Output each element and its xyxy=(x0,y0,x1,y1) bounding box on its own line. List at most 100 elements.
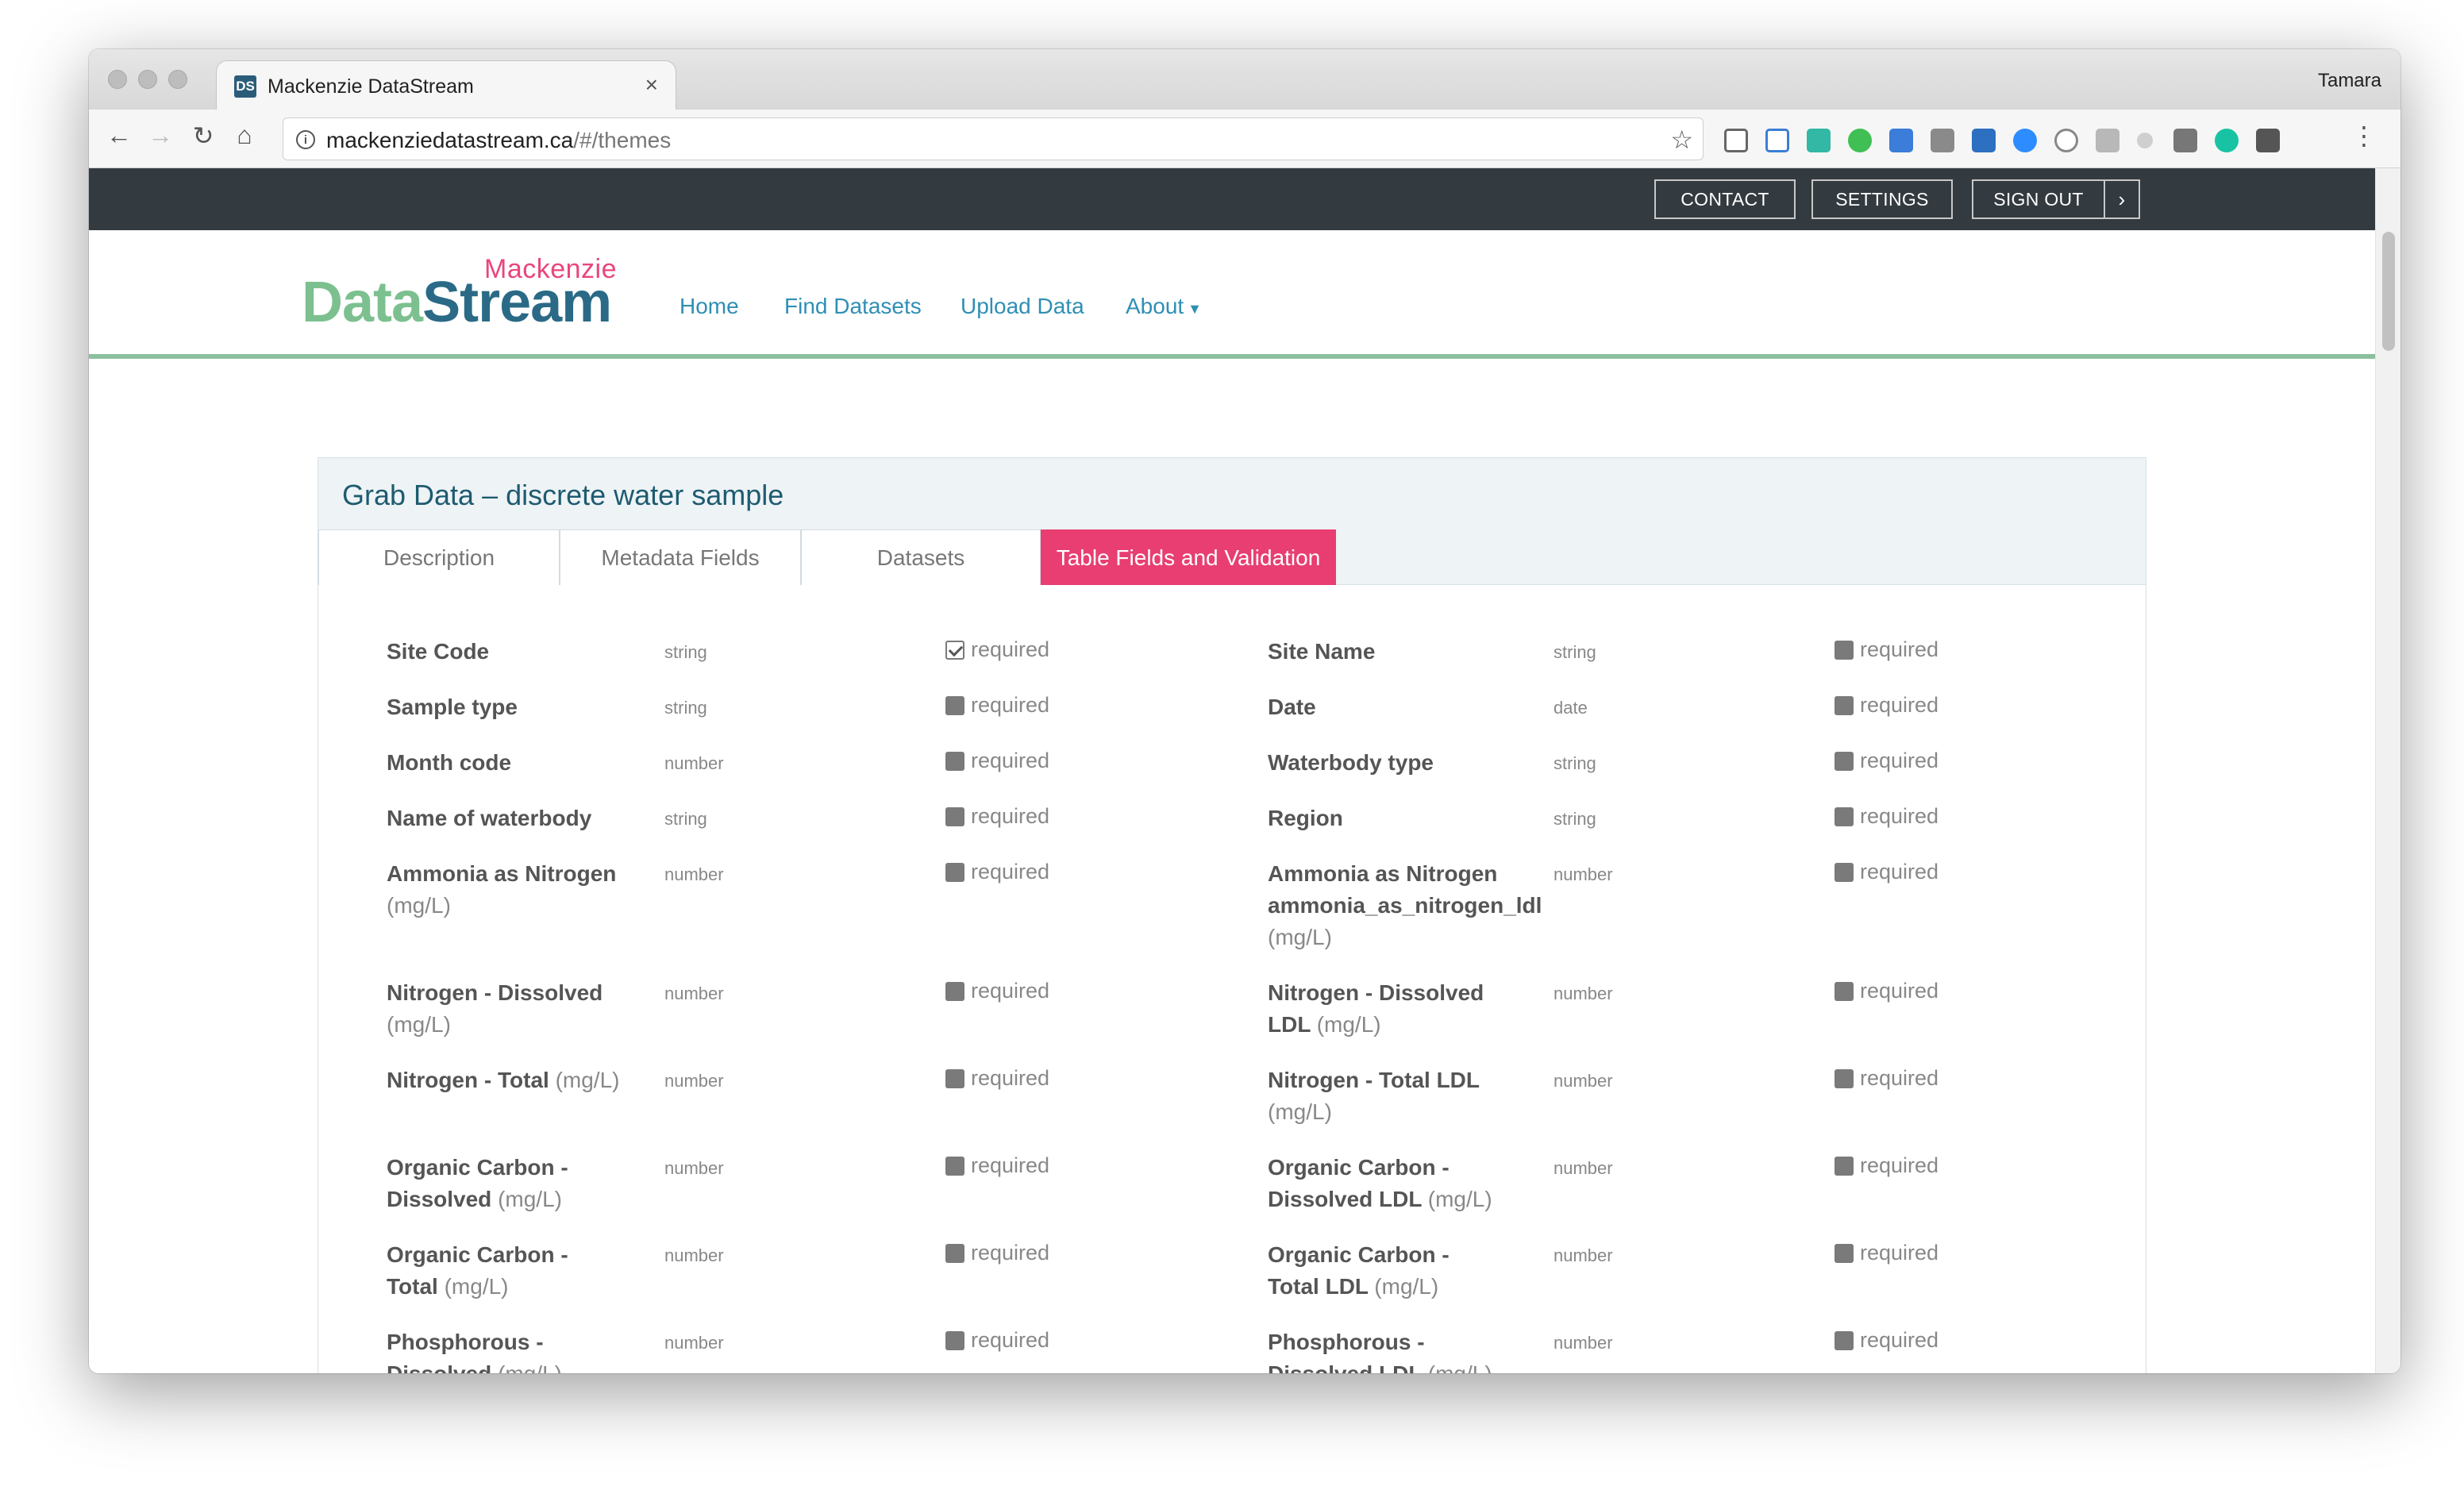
checkbox-icon[interactable] xyxy=(1835,640,1854,660)
close-window-button[interactable] xyxy=(108,70,127,89)
m-extension-icon[interactable] xyxy=(2215,129,2239,152)
field-name-text: Sample type xyxy=(387,695,518,719)
puzzle-extension-icon[interactable] xyxy=(2054,129,2078,152)
checkbox-icon[interactable] xyxy=(945,862,964,882)
bookmark-star-icon[interactable]: ☆ xyxy=(1670,125,1693,155)
tab-metadata-fields[interactable]: Metadata Fields xyxy=(560,529,801,585)
checkbox-icon[interactable] xyxy=(945,1156,964,1176)
scrollbar-thumb[interactable] xyxy=(2382,232,2395,351)
checkbox-icon[interactable] xyxy=(945,1243,964,1263)
sign-out-label: SIGN OUT xyxy=(1993,188,2084,210)
checkbox-icon[interactable] xyxy=(945,807,964,826)
required-checkbox[interactable]: required xyxy=(945,804,1049,829)
home-icon[interactable]: ⌂ xyxy=(229,121,260,150)
trello-extension-icon[interactable] xyxy=(1972,129,1996,152)
required-checkbox[interactable]: required xyxy=(945,1241,1049,1265)
sign-out-button[interactable]: SIGN OUT › xyxy=(1972,179,2140,219)
checkbox-icon[interactable] xyxy=(1835,695,1854,715)
required-label: required xyxy=(971,1241,1050,1265)
chat-extension-icon[interactable] xyxy=(1848,129,1872,152)
required-checkbox[interactable]: required xyxy=(945,1328,1049,1353)
calendar-extension-icon[interactable] xyxy=(1724,129,1748,152)
checkbox-icon[interactable] xyxy=(945,751,964,771)
screenshot-extension-icon[interactable] xyxy=(1765,129,1789,152)
required-checkbox[interactable]: required xyxy=(1835,1066,1938,1091)
nav-find-datasets[interactable]: Find Datasets xyxy=(784,294,922,319)
menu-kebab-icon[interactable]: ⋮ xyxy=(2351,121,2377,151)
checkbox-icon[interactable] xyxy=(1835,1243,1854,1263)
checkbox-icon[interactable] xyxy=(1835,1068,1854,1088)
forward-arrow-icon[interactable]: → xyxy=(144,121,176,150)
required-checkbox[interactable]: required xyxy=(1835,749,1938,773)
browser-toolbar: ← → ↻ ⌂ i mackenziedatastream.ca/#/theme… xyxy=(89,110,2400,168)
required-checkbox[interactable]: required xyxy=(945,693,1049,718)
required-checkbox[interactable]: required xyxy=(945,749,1049,773)
field-name-text: Name of waterbody xyxy=(387,806,592,830)
profile-name[interactable]: Tamara xyxy=(2318,70,2381,92)
address-bar[interactable]: i mackenziedatastream.ca/#/themes ☆ xyxy=(283,117,1704,160)
close-tab-icon[interactable]: × xyxy=(645,72,658,98)
field-name-text: Site Code xyxy=(387,639,490,664)
required-checkbox[interactable]: required xyxy=(1835,804,1938,829)
settings-button[interactable]: SETTINGS xyxy=(1811,179,1953,219)
checkbox-icon[interactable] xyxy=(945,1068,964,1088)
required-checkbox[interactable]: required xyxy=(1835,637,1938,662)
required-checkbox[interactable]: required xyxy=(945,979,1049,1003)
field-name: Site Code xyxy=(387,636,625,668)
checkbox-icon[interactable] xyxy=(1835,751,1854,771)
tab-description[interactable]: Description xyxy=(318,529,560,585)
checkbox-icon[interactable] xyxy=(1835,1330,1854,1350)
tab-table-fields-validation[interactable]: Table Fields and Validation xyxy=(1041,529,1336,585)
checked-box-icon[interactable] xyxy=(945,640,964,660)
field-unit: (mg/L) xyxy=(1268,925,1332,949)
c-extension-icon[interactable] xyxy=(1807,129,1831,152)
reload-icon[interactable]: ↻ xyxy=(187,121,219,151)
required-checkbox[interactable]: required xyxy=(1835,979,1938,1003)
checkbox-icon[interactable] xyxy=(945,981,964,1001)
zoom-extension-icon[interactable] xyxy=(2013,129,2037,152)
checkbox-icon[interactable] xyxy=(1835,807,1854,826)
field-name-text: Site Name xyxy=(1268,639,1376,664)
required-label: required xyxy=(971,749,1050,772)
required-checkbox[interactable]: required xyxy=(1835,1153,1938,1178)
page-scrollbar[interactable] xyxy=(2375,168,2400,1373)
required-checkbox[interactable]: required xyxy=(945,637,1049,662)
required-checkbox[interactable]: required xyxy=(1835,1328,1938,1353)
checkbox-icon[interactable] xyxy=(945,695,964,715)
required-checkbox[interactable]: required xyxy=(1835,693,1938,718)
browser-tab[interactable]: DS Mackenzie DataStream × xyxy=(216,60,676,110)
caret-down-icon: ▼ xyxy=(1184,301,1202,317)
nav-home[interactable]: Home xyxy=(680,294,739,319)
required-checkbox[interactable]: required xyxy=(945,1066,1049,1091)
checkbox-icon[interactable] xyxy=(1835,862,1854,882)
checkbox-icon[interactable] xyxy=(945,1330,964,1350)
h-extension-icon[interactable] xyxy=(1931,129,1954,152)
back-arrow-icon[interactable]: ← xyxy=(103,121,135,150)
tab-datasets[interactable]: Datasets xyxy=(801,529,1041,585)
site-logo[interactable]: DataStream xyxy=(302,270,612,335)
nav-about[interactable]: About ▼ xyxy=(1126,294,1202,319)
zoom-window-button[interactable] xyxy=(168,70,187,89)
required-label: required xyxy=(971,693,1050,717)
field-name: Organic Carbon - Total LDL (mg/L) xyxy=(1268,1239,1506,1303)
required-checkbox[interactable]: required xyxy=(1835,1241,1938,1265)
link-extension-icon[interactable] xyxy=(2256,129,2280,152)
image-extension-icon[interactable] xyxy=(2096,129,2119,152)
nav-upload-data[interactable]: Upload Data xyxy=(961,294,1084,319)
required-label: required xyxy=(1860,1153,1939,1177)
tab-title: Mackenzie DataStream xyxy=(268,75,474,98)
square-extension-icon[interactable] xyxy=(2173,129,2197,152)
dot-extension-icon[interactable] xyxy=(2137,133,2153,148)
field-type: number xyxy=(664,1333,724,1353)
news-extension-icon[interactable] xyxy=(1889,129,1913,152)
info-icon[interactable]: i xyxy=(296,130,315,149)
checkbox-icon[interactable] xyxy=(1835,981,1854,1001)
minimize-window-button[interactable] xyxy=(138,70,157,89)
field-name: Site Name xyxy=(1268,636,1506,668)
checkbox-icon[interactable] xyxy=(1835,1156,1854,1176)
required-checkbox[interactable]: required xyxy=(1835,860,1938,884)
required-checkbox[interactable]: required xyxy=(945,1153,1049,1178)
contact-button[interactable]: CONTACT xyxy=(1654,179,1796,219)
required-checkbox[interactable]: required xyxy=(945,860,1049,884)
field-name-text: Waterbody type xyxy=(1268,750,1434,775)
